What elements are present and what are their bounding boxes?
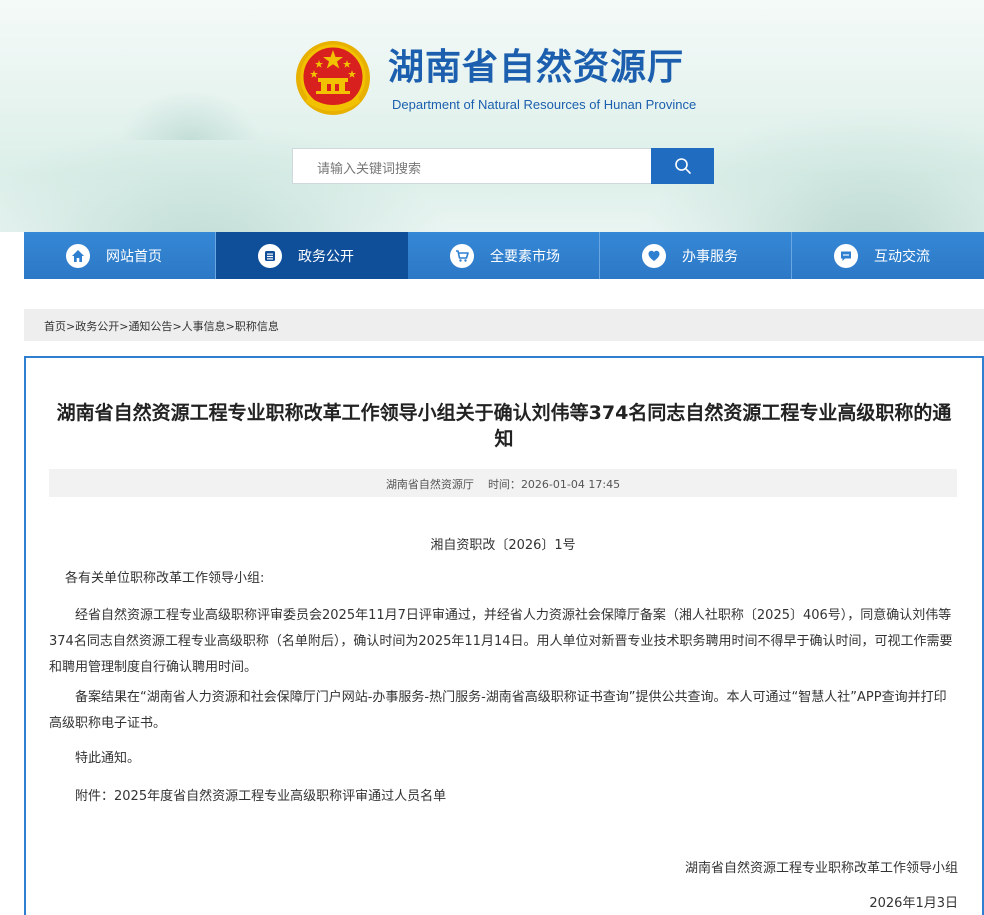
breadcrumb: 首页>政务公开>通知公告>人事信息>职称信息 — [24, 309, 984, 341]
article-time-label: 时间： — [487, 478, 521, 491]
breadcrumb-link-home[interactable]: 首页 — [44, 320, 66, 333]
nav-item-home[interactable]: 网站首页 — [24, 232, 216, 279]
signature-organization: 湖南省自然资源工程专业职称改革工作领导小组 — [684, 861, 958, 876]
article-time: 2026-01-04 17:45 — [520, 478, 621, 491]
nav-item-label: 政务公开 — [298, 248, 354, 265]
breadcrumb-separator: > — [66, 320, 76, 333]
search-input[interactable]: 请输入关键词搜索 — [292, 148, 652, 184]
search-button[interactable] — [651, 148, 714, 184]
nav-item-government-affairs[interactable]: 政务公开 — [216, 232, 408, 279]
article-meta: 湖南省自然资源厅 时间：2026-01-04 17:45 — [49, 469, 957, 497]
article-title: 湖南省自然资源工程专业职称改革工作领导小组关于确认刘伟等374名同志自然资源工程… — [56, 402, 952, 450]
service-icon — [642, 243, 666, 268]
breadcrumb-separator: > — [172, 320, 182, 333]
national-emblem-icon — [296, 41, 370, 115]
background-pavilion — [120, 90, 260, 140]
breadcrumb-separator: > — [225, 320, 235, 333]
document-number: 湘自资职改〔2026〕1号 — [430, 538, 576, 553]
document-list-icon — [258, 243, 282, 268]
article-source: 湖南省自然资源厅 — [385, 478, 474, 491]
main-nav: 网站首页 政务公开 全要素市场 办事服务 互动交流 — [24, 232, 984, 279]
search-icon — [674, 158, 691, 174]
signature-date: 2026年1月3日 — [869, 896, 958, 911]
article-paragraph: 经省自然资源工程专业高级职称评审委员会2025年11月7日评审通过，并经省人力资… — [49, 608, 953, 675]
nav-item-label: 全要素市场 — [490, 248, 560, 265]
nav-item-services[interactable]: 办事服务 — [600, 232, 792, 279]
nav-item-label: 互动交流 — [874, 248, 930, 265]
site-title: 湖南省自然资源厅 — [388, 47, 685, 88]
site-header — [0, 0, 984, 232]
article-paragraph: 特此通知。 — [75, 751, 141, 766]
breadcrumb-link-government-affairs[interactable]: 政务公开 — [75, 320, 119, 333]
breadcrumb-link-titles[interactable]: 职称信息 — [235, 320, 279, 333]
shopping-cart-icon — [450, 243, 474, 268]
article-paragraph: 备案结果在“湖南省人力资源和社会保障厅门户网站-办事服务-热门服务-湖南省高级职… — [49, 690, 947, 731]
attachment-link[interactable]: 附件：2025年度省自然资源工程专业高级职称评审通过人员名单 — [49, 784, 959, 810]
breadcrumb-link-personnel[interactable]: 人事信息 — [182, 320, 226, 333]
nav-item-label: 办事服务 — [682, 248, 738, 265]
chat-icon — [834, 243, 858, 268]
nav-item-label: 网站首页 — [106, 248, 162, 265]
breadcrumb-link-notices[interactable]: 通知公告 — [128, 320, 172, 333]
article-salutation: 各有关单位职称改革工作领导小组: — [65, 571, 265, 586]
nav-item-market[interactable]: 全要素市场 — [408, 232, 600, 279]
home-icon — [66, 243, 90, 268]
site-subtitle: Department of Natural Resources of Hunan… — [392, 97, 697, 112]
nav-item-interaction[interactable]: 互动交流 — [792, 232, 984, 279]
